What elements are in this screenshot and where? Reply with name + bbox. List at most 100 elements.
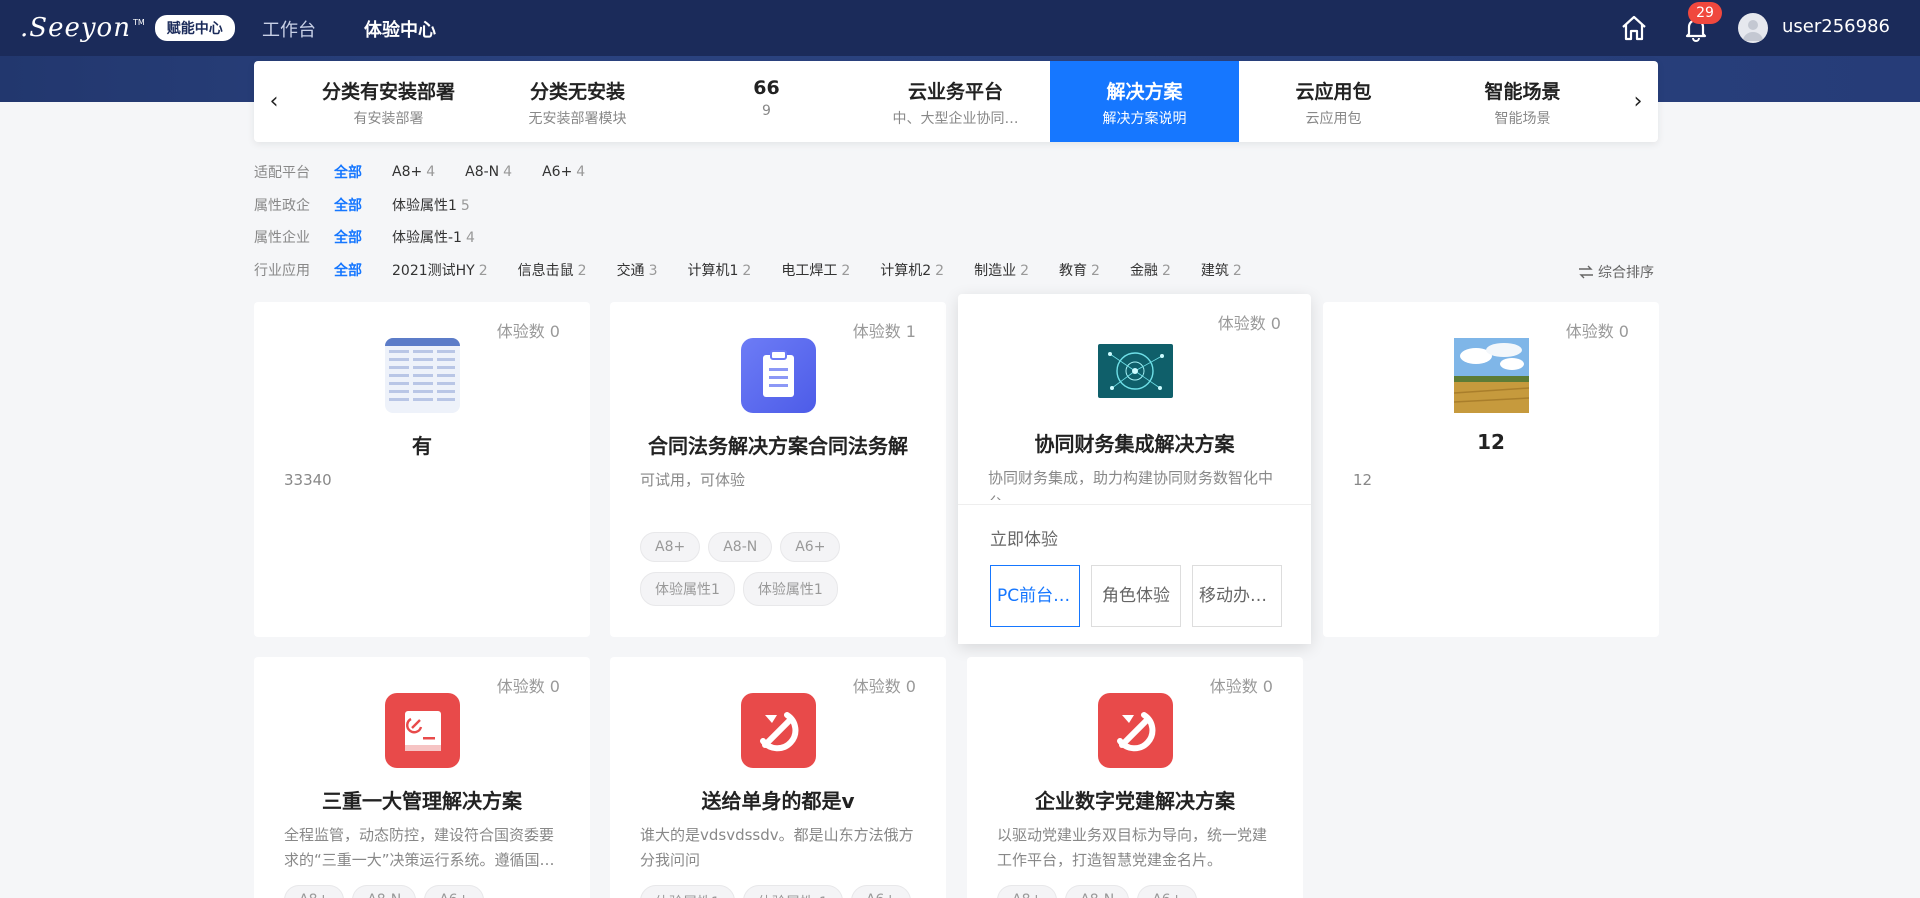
filter-option-count: 5 bbox=[460, 198, 470, 214]
filter-option[interactable]: 电工焊工 2 bbox=[781, 260, 850, 280]
category-title: 分类有安装部署 bbox=[321, 81, 455, 103]
filter-option-count: 2 bbox=[577, 263, 587, 279]
clipboard-icon bbox=[741, 338, 816, 413]
home-icon[interactable] bbox=[1620, 14, 1648, 42]
party-emblem-icon bbox=[1098, 693, 1173, 768]
tag: 体验属性1 bbox=[640, 572, 735, 606]
category-tab[interactable]: 66 9 bbox=[672, 61, 861, 142]
category-title: 云业务平台 bbox=[907, 81, 1003, 103]
category-title: 云应用包 bbox=[1295, 81, 1372, 103]
logo-text: .Seeyon bbox=[20, 13, 131, 43]
filter-option[interactable]: 全部 bbox=[334, 195, 362, 215]
role-experience-button[interactable]: 角色体验 bbox=[1091, 565, 1181, 627]
card-tags: 体验属性1 体验属性-1 A6+ bbox=[640, 885, 926, 898]
tag: A8+ bbox=[997, 885, 1058, 898]
experience-count: 体验数 0 bbox=[496, 322, 560, 341]
solution-card[interactable]: 体验数 0 企业数字党建解决方案 以驱动党建业务双目标为导向，统一党建工作平台，… bbox=[967, 657, 1303, 898]
experience-count: 体验数 0 bbox=[496, 677, 560, 696]
filter-gov-attr: 属性政企 全部 体验属性1 5 bbox=[254, 193, 500, 217]
tag: 体验属性1 bbox=[742, 572, 838, 606]
filter-option-count: 3 bbox=[648, 263, 658, 279]
chevron-left-icon[interactable]: ‹ bbox=[254, 61, 294, 142]
card-tags: A8+ A8-N A6+ 体验属性1 体验属性1 bbox=[640, 532, 926, 606]
solution-card[interactable]: 体验数 0 三重一大管理解决方案 全程监管，动态防控，建设符合国资委要求的“三重… bbox=[254, 657, 590, 898]
category-subtitle: 9 bbox=[762, 103, 771, 119]
category-title: 66 bbox=[753, 77, 780, 99]
filter-option-count: 2 bbox=[478, 263, 488, 279]
filter-option[interactable]: 教育 2 bbox=[1059, 260, 1100, 280]
filter-option-name: 体验属性1 bbox=[392, 198, 457, 214]
nav-workbench[interactable]: 工作台 bbox=[262, 16, 316, 42]
party-emblem-icon bbox=[741, 693, 816, 768]
solution-card[interactable]: 体验数 0 12 12 bbox=[1323, 302, 1659, 637]
filter-option-name: 信息击鼠 bbox=[517, 263, 574, 279]
card-thumbnail bbox=[1098, 344, 1173, 398]
filter-option[interactable]: 计算机1 2 bbox=[687, 260, 751, 280]
logo[interactable]: .Seeyon TM 赋能中心 bbox=[20, 12, 235, 44]
party-book-icon bbox=[385, 693, 460, 768]
nav-experience-center[interactable]: 体验中心 bbox=[364, 16, 436, 42]
category-tab[interactable]: 云应用包 云应用包 bbox=[1239, 61, 1428, 142]
experience-count: 体验数 0 bbox=[1217, 314, 1281, 333]
notification-badge[interactable]: 29 bbox=[1688, 2, 1722, 24]
card-tags: A8+ A8-N A6+ bbox=[997, 885, 1283, 898]
filter-option-count: 2 bbox=[742, 263, 752, 279]
card-title: 有 bbox=[412, 434, 432, 458]
solution-card[interactable]: 体验数 0 送给单身的都是v 谁大的是vdsvdssdv。都是山东方法俄方分我问… bbox=[610, 657, 946, 898]
experience-count: 体验数 1 bbox=[852, 322, 916, 341]
tag: A8+ bbox=[284, 885, 345, 898]
tag: A8-N bbox=[1065, 885, 1130, 898]
filter-option[interactable]: A6+ 4 bbox=[542, 164, 585, 180]
filter-option[interactable]: 金融 2 bbox=[1130, 260, 1171, 280]
filter-option-name: 制造业 bbox=[974, 263, 1017, 279]
filter-option[interactable]: 全部 bbox=[334, 227, 362, 247]
filter-label: 适配平台 bbox=[254, 165, 310, 181]
category-subtitle: 智能场景 bbox=[1494, 111, 1551, 127]
filter-option-name: 教育 bbox=[1059, 263, 1088, 279]
filter-platform: 适配平台 全部 A8+ 4 A8-N 4 A6+ 4 bbox=[254, 160, 615, 184]
solution-card[interactable]: 体验数 1 合同法务解决方案合同法务解 可试用，可体验 A8+ A8-N A6+… bbox=[610, 302, 946, 637]
filter-option-count: 2 bbox=[1232, 263, 1242, 279]
category-subtitle: 中、大型企业协同… bbox=[892, 111, 1019, 127]
filter-option[interactable]: 交通 3 bbox=[617, 260, 658, 280]
category-tab-active[interactable]: 解决方案 解决方案说明 bbox=[1050, 61, 1239, 142]
filter-option[interactable]: 体验属性-1 4 bbox=[392, 227, 475, 247]
filter-option[interactable]: 全部 bbox=[334, 260, 362, 280]
avatar[interactable] bbox=[1738, 13, 1768, 43]
filter-option[interactable]: 建筑 2 bbox=[1201, 260, 1242, 280]
filter-option[interactable]: A8+ 4 bbox=[392, 164, 435, 180]
category-tab[interactable]: 分类无安装 无安装部署模块 bbox=[483, 61, 672, 142]
card-title: 合同法务解决方案合同法务解 bbox=[648, 434, 908, 458]
filter-option-name: 电工焊工 bbox=[781, 263, 838, 279]
category-subtitle: 解决方案说明 bbox=[1102, 111, 1187, 127]
pc-frontend-experience-button[interactable]: PC前台体验 bbox=[990, 565, 1080, 627]
card-title: 三重一大管理解决方案 bbox=[322, 789, 522, 813]
filter-option[interactable]: 计算机2 2 bbox=[880, 260, 944, 280]
solution-card[interactable]: 体验数 0 有 33340 bbox=[254, 302, 590, 637]
sort-button[interactable]: 综合排序 bbox=[1578, 262, 1654, 282]
logo-badge: 赋能中心 bbox=[154, 15, 235, 41]
filter-option[interactable]: 制造业 2 bbox=[974, 260, 1029, 280]
filter-option[interactable]: 全部 bbox=[334, 162, 362, 182]
filter-option-count: 2 bbox=[935, 263, 945, 279]
tag: A8-N bbox=[708, 532, 773, 562]
username[interactable]: user256986 bbox=[1782, 16, 1890, 37]
solution-card-hovered[interactable]: 体验数 0 协同财务集成解决方案 协同财务集成，助力构建协同财务数智化中台 立即… bbox=[958, 294, 1311, 644]
category-tab[interactable]: 智能场景 智能场景 bbox=[1428, 61, 1617, 142]
category-tab[interactable]: 分类有安装部署 有安装部署 bbox=[294, 61, 483, 142]
mobile-office-experience-button[interactable]: 移动办公体验 bbox=[1192, 565, 1282, 627]
tag: 体验属性1 bbox=[640, 885, 735, 898]
filter-option[interactable]: 2021测试HY 2 bbox=[392, 260, 488, 280]
filter-option[interactable]: A8-N 4 bbox=[465, 164, 512, 180]
filter-option[interactable]: 体验属性1 5 bbox=[392, 195, 470, 215]
category-tab[interactable]: 云业务平台 中、大型企业协同… bbox=[861, 61, 1050, 142]
card-thumbnail bbox=[385, 338, 460, 413]
filter-option-count: 2 bbox=[1161, 263, 1171, 279]
filter-option-count: 4 bbox=[503, 164, 513, 180]
category-strip: ‹ 分类有安装部署 有安装部署 分类无安装 无安装部署模块 66 9 云业务平台… bbox=[254, 61, 1658, 142]
card-description: 33340 bbox=[284, 471, 332, 489]
logo-tm: TM bbox=[132, 17, 145, 27]
filter-option[interactable]: 信息击鼠 2 bbox=[518, 260, 587, 280]
chevron-right-icon[interactable]: › bbox=[1618, 61, 1658, 142]
card-description: 全程监管，动态防控，建设符合国资委要求的“三重一大”决策运行系统。遵循国… bbox=[284, 826, 555, 869]
